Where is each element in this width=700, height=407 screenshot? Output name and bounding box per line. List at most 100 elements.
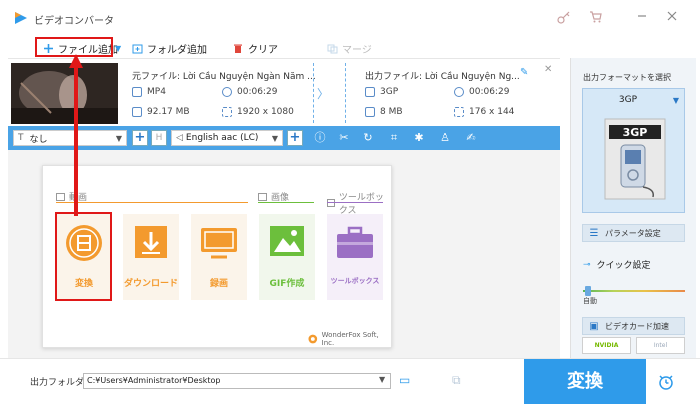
format-selector[interactable]: 3GP ▼ 3GP bbox=[582, 88, 685, 213]
source-resolution: 1920 x 1080 bbox=[222, 107, 294, 117]
nvidia-badge[interactable]: NVIDIA bbox=[582, 337, 631, 354]
intel-label: Intel bbox=[653, 342, 668, 349]
chevron-down-icon: ▼ bbox=[115, 134, 122, 143]
crop-icon[interactable]: ⌗ bbox=[387, 131, 401, 145]
download-label: ダウンロード bbox=[123, 279, 178, 289]
task-item[interactable]: 元ファイル: Lời Cầu Nguyện Ngàn Năm ... MP4 0… bbox=[8, 58, 560, 126]
audio-track-select[interactable]: ◁ English aac (LC) ▼ bbox=[171, 130, 283, 146]
image-icon bbox=[270, 226, 304, 256]
output-format-panel: 出力フォーマットを選択 3GP ▼ 3GP ☰ パラメータ設定 ⊸ クイック設定… bbox=[570, 58, 696, 358]
gpu-acceleration-label: ビデオカード加速 bbox=[605, 321, 669, 331]
parameter-settings-button[interactable]: ☰ パラメータ設定 bbox=[582, 224, 685, 242]
quality-slider-handle[interactable] bbox=[584, 286, 591, 296]
merge-button[interactable]: マージ bbox=[326, 40, 372, 56]
output-resolution-value: 176 x 144 bbox=[469, 107, 515, 117]
chevron-down-icon: ▼ bbox=[672, 96, 679, 105]
output-duration-value: 00:06:29 bbox=[469, 87, 510, 97]
output-path-field[interactable]: C:¥Users¥Administrator¥Desktop bbox=[83, 373, 391, 389]
source-file-label: 元ファイル: Lời Cầu Nguyện Ngàn Năm ... bbox=[132, 72, 316, 82]
download-tile[interactable]: ダウンロード bbox=[123, 214, 179, 300]
resolution-icon bbox=[222, 107, 232, 117]
separator bbox=[345, 63, 346, 123]
file-size-icon bbox=[132, 107, 142, 117]
divider bbox=[327, 202, 383, 203]
image-icon bbox=[258, 192, 267, 201]
convert-button[interactable]: 変換 bbox=[524, 359, 646, 404]
text-icon: T bbox=[18, 133, 24, 143]
format-badge-label: 3GP bbox=[623, 126, 648, 139]
source-format: MP4 bbox=[132, 87, 166, 97]
output-format: 3GP bbox=[365, 87, 398, 97]
output-duration: 00:06:29 bbox=[454, 87, 509, 97]
gpu-acceleration-button[interactable]: ▣ ビデオカード加速 bbox=[582, 317, 685, 335]
watermark-icon[interactable]: ♙ bbox=[438, 131, 452, 145]
clear-label: クリア bbox=[248, 44, 278, 56]
gif-maker-tile[interactable]: GIF作成 bbox=[259, 214, 315, 300]
output-size-value: 8 MB bbox=[380, 107, 403, 117]
info-icon[interactable]: ⓘ bbox=[313, 131, 327, 145]
add-audio-button[interactable]: + bbox=[287, 130, 303, 146]
output-format-value: 3GP bbox=[380, 87, 399, 97]
minimize-icon[interactable] bbox=[634, 10, 650, 26]
arrow-right-icon: 〉 bbox=[317, 87, 330, 101]
chevron-down-icon: ▼ bbox=[271, 134, 278, 143]
edit-metadata-icon[interactable]: ✍ bbox=[464, 131, 478, 145]
clock-icon bbox=[222, 87, 232, 97]
cart-icon[interactable] bbox=[588, 10, 604, 26]
3gp-format-icon: 3GP bbox=[604, 118, 666, 200]
toolbox-tile[interactable]: ツールボックス bbox=[327, 214, 383, 300]
clear-button[interactable]: クリア bbox=[232, 40, 278, 56]
section-toolbox-label: ツールボックス bbox=[338, 193, 384, 216]
chevron-down-icon[interactable]: ▼ bbox=[379, 375, 385, 384]
effects-icon[interactable]: ✱ bbox=[412, 131, 426, 145]
intel-badge[interactable]: Intel bbox=[636, 337, 685, 354]
bottom-bar: 出力フォルダ： C:¥Users¥Administrator¥Desktop ▼… bbox=[0, 358, 700, 407]
trim-icon[interactable]: ✂ bbox=[337, 131, 351, 145]
merge-output-icon[interactable]: ⧉ bbox=[452, 373, 461, 388]
quality-auto-label: 自動 bbox=[583, 297, 597, 305]
format-icon bbox=[365, 87, 375, 97]
record-label: 録画 bbox=[209, 279, 228, 289]
open-folder-icon[interactable]: ▭ bbox=[399, 373, 410, 387]
brand: WonderFox Soft, Inc. bbox=[308, 331, 391, 347]
close-icon[interactable] bbox=[664, 10, 680, 26]
record-tile[interactable]: 録画 bbox=[191, 214, 247, 300]
subtitle-settings-icon[interactable]: H bbox=[151, 130, 167, 146]
source-format-value: MP4 bbox=[147, 87, 166, 97]
divider bbox=[56, 202, 248, 203]
add-folder-label: フォルダ追加 bbox=[147, 44, 207, 56]
separator bbox=[313, 63, 314, 123]
add-file-dropdown-icon[interactable]: ▼ bbox=[115, 40, 121, 56]
rotate-icon[interactable]: ↻ bbox=[361, 131, 375, 145]
selected-format: 3GP bbox=[618, 95, 638, 105]
title-bar: ビデオコンバータ bbox=[0, 0, 700, 36]
gif-maker-label: GIF作成 bbox=[269, 279, 305, 289]
merge-label: マージ bbox=[342, 44, 372, 56]
wonderfox-logo-icon bbox=[308, 334, 318, 344]
toolbox-label: ツールボックス bbox=[330, 277, 380, 285]
key-icon[interactable] bbox=[556, 10, 572, 26]
task-options-bar: T なし ▼ + H ◁ English aac (LC) ▼ + ⓘ ✂ ↻ … bbox=[8, 126, 560, 150]
nvidia-label: NVIDIA bbox=[594, 342, 619, 349]
add-folder-button[interactable]: フォルダ追加 bbox=[131, 40, 207, 56]
folder-add-icon bbox=[131, 42, 143, 54]
film-icon bbox=[56, 192, 65, 201]
trash-icon bbox=[232, 42, 244, 54]
output-format-title: 出力フォーマットを選択 bbox=[583, 73, 671, 82]
add-subtitle-button[interactable]: + bbox=[132, 130, 148, 146]
brand-label: WonderFox Soft, Inc. bbox=[321, 331, 379, 347]
remove-task-icon[interactable]: ✕ bbox=[544, 64, 552, 75]
source-size-value: 92.17 MB bbox=[147, 107, 190, 117]
app-window: ビデオコンバータ ファイル追加 ▼ フォルダ追加 クリア マージ 元ファイル: … bbox=[0, 0, 700, 407]
source-duration: 00:06:29 bbox=[222, 87, 277, 97]
download-icon bbox=[135, 226, 167, 258]
audio-track-value: English aac (LC) bbox=[185, 133, 259, 143]
gpu-icon: ▣ bbox=[589, 320, 599, 332]
quick-settings: ⊸ クイック設定 bbox=[583, 258, 651, 272]
clock-icon bbox=[454, 87, 464, 97]
quality-slider[interactable] bbox=[583, 290, 685, 292]
edit-icon[interactable]: ✎ bbox=[520, 67, 528, 78]
divider bbox=[258, 202, 314, 203]
alarm-clock-icon[interactable] bbox=[657, 373, 675, 391]
video-thumbnail[interactable] bbox=[11, 63, 118, 124]
